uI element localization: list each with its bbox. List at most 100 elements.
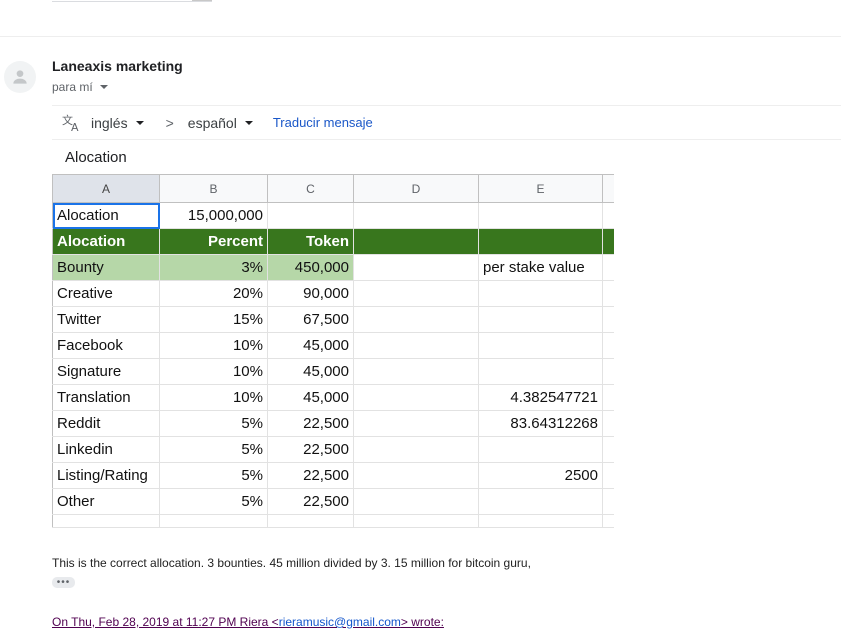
svg-text:A: A — [71, 121, 79, 133]
table-cell — [602, 228, 614, 255]
chevron-down-icon — [99, 85, 108, 89]
table-cell: Listing/Rating — [52, 462, 160, 489]
table-cell: 450,000 — [267, 254, 354, 281]
table-cell: 22,500 — [267, 436, 354, 463]
table-cell — [267, 514, 354, 528]
chevron-down-icon — [244, 120, 253, 125]
table-row: Twitter 15% 67,500 — [52, 306, 614, 333]
translate-message-link[interactable]: Traducir mensaje — [273, 115, 373, 130]
table-cell — [478, 436, 603, 463]
table-cell: Alocation — [52, 202, 160, 229]
table-cell: 83.64312268 — [478, 410, 603, 437]
table-cell: Linkedin — [52, 436, 160, 463]
table-cell — [602, 332, 614, 359]
table-cell — [602, 488, 614, 515]
source-language-dropdown[interactable]: inglés — [91, 115, 144, 131]
column-header-row: A B C D E — [52, 174, 614, 203]
chevron-right-icon: > — [165, 114, 174, 131]
table-row: Reddit 5% 22,500 83.64312268 — [52, 410, 614, 437]
previous-message-stub — [52, 0, 212, 2]
table-row — [52, 514, 614, 528]
table-cell — [602, 358, 614, 385]
table-cell — [353, 384, 479, 411]
table-cell — [353, 514, 479, 528]
show-trimmed-content-button[interactable]: ••• — [52, 577, 75, 588]
table-cell: 5% — [159, 436, 268, 463]
table-cell — [353, 410, 479, 437]
table-cell: 15,000,000 — [159, 202, 268, 229]
avatar[interactable] — [4, 61, 36, 93]
table-cell: 5% — [159, 488, 268, 515]
message-heading: Alocation — [65, 149, 127, 166]
column-header: D — [353, 174, 479, 203]
email-link[interactable]: rieramusic@gmail.com — [279, 615, 401, 629]
table-cell: Twitter — [52, 306, 160, 333]
table-cell: Translation — [52, 384, 160, 411]
recipient-label: para mí — [52, 80, 93, 94]
table-cell — [602, 436, 614, 463]
table-cell: Token — [267, 228, 354, 255]
table-row: Alocation Percent Token — [52, 228, 614, 255]
table-cell — [478, 280, 603, 307]
sender-name: Laneaxis marketing — [52, 58, 183, 74]
recipient-dropdown[interactable]: para mí — [52, 80, 108, 94]
table-cell: per stake value — [478, 254, 603, 281]
table-row: Other 5% 22,500 — [52, 488, 614, 515]
table-cell — [353, 254, 479, 281]
chevron-down-icon — [135, 120, 144, 125]
person-icon — [13, 70, 27, 84]
table-cell — [353, 306, 479, 333]
table-cell — [353, 202, 479, 229]
table-cell — [353, 332, 479, 359]
target-language-dropdown[interactable]: español — [188, 115, 253, 131]
table-cell — [353, 462, 479, 489]
table-cell: 15% — [159, 306, 268, 333]
table-cell: 45,000 — [267, 358, 354, 385]
table-cell — [478, 514, 603, 528]
message-divider — [0, 36, 841, 37]
target-language-label: español — [187, 114, 237, 131]
table-cell: 67,500 — [267, 306, 354, 333]
quote-prefix: On Thu, Feb 28, 2019 at 11:27 PM Riera < — [52, 615, 279, 629]
table-cell — [267, 202, 354, 229]
table-cell: Other — [52, 488, 160, 515]
quote-suffix: > wrote: — [400, 615, 444, 629]
table-cell — [602, 254, 614, 281]
table-cell — [602, 306, 614, 333]
table-cell — [602, 202, 614, 229]
table-cell — [353, 280, 479, 307]
table-cell — [602, 280, 614, 307]
table-cell: 22,500 — [267, 488, 354, 515]
column-header: B — [159, 174, 268, 203]
table-cell: 10% — [159, 384, 268, 411]
table-row: Signature 10% 45,000 — [52, 358, 614, 385]
table-cell: 90,000 — [267, 280, 354, 307]
table-cell: 5% — [159, 462, 268, 489]
table-cell: 10% — [159, 358, 268, 385]
table-cell — [478, 488, 603, 515]
spreadsheet-image: A B C D E Alocation 15,000,000 Alocation Pe… — [52, 174, 614, 530]
table-cell: 10% — [159, 332, 268, 359]
table-cell — [52, 514, 160, 528]
table-row: Bounty 3% 450,000 per stake value — [52, 254, 614, 281]
table-row: Linkedin 5% 22,500 — [52, 436, 614, 463]
translate-bar: 文 A inglés > español Traducir mensaje — [52, 105, 841, 140]
column-header: E — [478, 174, 603, 203]
table-cell — [353, 358, 479, 385]
table-cell — [353, 228, 479, 255]
message-text: This is the correct allocation. 3 bounti… — [52, 556, 531, 570]
table-row: Alocation 15,000,000 — [52, 202, 614, 229]
source-language-label: inglés — [91, 114, 128, 131]
table-cell: 45,000 — [267, 332, 354, 359]
table-cell: Facebook — [52, 332, 160, 359]
table-cell: Creative — [52, 280, 160, 307]
table-cell: Bounty — [52, 254, 160, 281]
table-cell — [602, 462, 614, 489]
table-cell: Alocation — [52, 228, 160, 255]
table-cell — [478, 202, 603, 229]
table-cell: 4.382547721 — [478, 384, 603, 411]
table-cell: Reddit — [52, 410, 160, 437]
table-cell: 20% — [159, 280, 268, 307]
table-cell: 2500 — [478, 462, 603, 489]
table-cell: 22,500 — [267, 410, 354, 437]
